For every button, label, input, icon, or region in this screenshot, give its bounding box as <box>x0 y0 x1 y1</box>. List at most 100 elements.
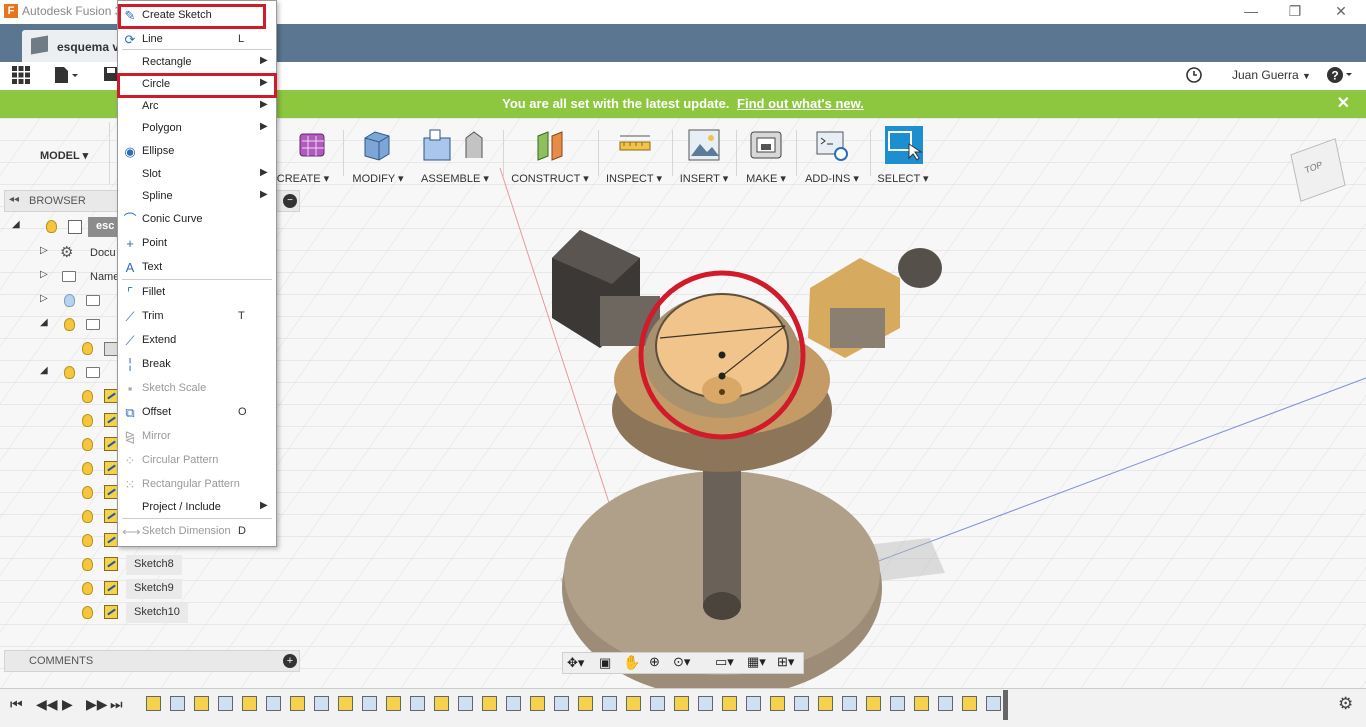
timeline-sketch-feature[interactable] <box>866 696 881 711</box>
timeline-extrude-feature[interactable] <box>410 696 425 711</box>
grid-settings-icon[interactable]: ▦▾ <box>747 654 766 670</box>
visibility-bulb-icon[interactable] <box>82 342 93 355</box>
play-icon[interactable]: ▶ <box>62 696 73 713</box>
inspect-menu[interactable]: INSPECT ▾ <box>604 120 664 186</box>
timeline-sketch-feature[interactable] <box>386 696 401 711</box>
expand-triangle-icon[interactable]: ▷ <box>40 245 48 256</box>
sketch-label[interactable]: Sketch10 <box>126 603 188 623</box>
menu-item-point[interactable]: + Point <box>118 233 276 255</box>
menu-item-polygon[interactable]: Polygon ▶ <box>118 118 276 140</box>
timeline-extrude-feature[interactable] <box>602 696 617 711</box>
menu-item-rectangle[interactable]: Rectangle ▶ <box>118 52 276 74</box>
visibility-bulb-icon[interactable] <box>82 582 93 595</box>
visibility-bulb-icon[interactable] <box>82 486 93 499</box>
visibility-bulb-icon[interactable] <box>82 390 93 403</box>
banner-close-icon[interactable]: ✕ <box>1337 90 1350 118</box>
timeline-sketch-feature[interactable] <box>578 696 593 711</box>
whats-new-link[interactable]: Find out what's new. <box>737 96 864 111</box>
visibility-bulb-icon[interactable] <box>82 558 93 571</box>
menu-item-slot[interactable]: Slot ▶ <box>118 164 276 186</box>
comments-panel-header[interactable]: COMMENTS + <box>4 650 300 672</box>
timeline-extrude-feature[interactable] <box>170 696 185 711</box>
menu-item-ellipse[interactable]: ◉ Ellipse <box>118 141 276 163</box>
timeline-extrude-feature[interactable] <box>266 696 281 711</box>
timeline-sketch-feature[interactable] <box>962 696 977 711</box>
step-back-icon[interactable]: ◀◀ <box>36 696 58 713</box>
job-status-clock-icon[interactable] <box>1186 67 1202 85</box>
visibility-bulb-icon[interactable] <box>46 220 57 233</box>
menu-item-break[interactable]: ╎ Break <box>118 354 276 376</box>
visibility-bulb-icon[interactable] <box>82 414 93 427</box>
restore-icon[interactable]: ❐ <box>1272 0 1318 24</box>
visibility-bulb-icon[interactable] <box>64 318 75 331</box>
collapse-triangle-icon[interactable]: ◢ <box>12 219 20 230</box>
timeline-marker[interactable] <box>1003 690 1008 720</box>
create-menu[interactable]: CREATE ▾ <box>272 120 334 186</box>
visibility-bulb-icon[interactable] <box>82 534 93 547</box>
collapse-triangle-icon[interactable]: ◢ <box>40 365 48 376</box>
file-menu-icon[interactable] <box>54 66 80 84</box>
timeline-sketch-feature[interactable] <box>818 696 833 711</box>
menu-item-spline[interactable]: Spline ▶ <box>118 186 276 208</box>
visibility-bulb-icon[interactable] <box>82 510 93 523</box>
timeline-sketch-feature[interactable] <box>674 696 689 711</box>
timeline-extrude-feature[interactable] <box>650 696 665 711</box>
timeline-sketch-feature[interactable] <box>434 696 449 711</box>
user-account-menu[interactable]: Juan Guerra ▼ <box>1232 68 1311 82</box>
workspace-switcher[interactable]: MODEL ▾ <box>10 122 110 184</box>
timeline-extrude-feature[interactable] <box>890 696 905 711</box>
menu-item-conic-curve[interactable]: ⌒ Conic Curve <box>118 209 276 231</box>
timeline-extrude-feature[interactable] <box>986 696 1001 711</box>
visibility-bulb-icon[interactable] <box>82 606 93 619</box>
timeline-extrude-feature[interactable] <box>362 696 377 711</box>
select-menu[interactable]: SELECT ▾ <box>874 120 932 186</box>
timeline-sketch-feature[interactable] <box>722 696 737 711</box>
menu-item-fillet[interactable]: ⌜ Fillet <box>118 282 276 304</box>
go-to-start-icon[interactable]: ⏮ <box>10 696 23 713</box>
timeline-sketch-feature[interactable] <box>530 696 545 711</box>
sketch-label[interactable]: Sketch8 <box>126 555 182 575</box>
go-to-end-icon[interactable]: ⏭ <box>110 696 123 713</box>
display-settings-icon[interactable]: ▭▾ <box>715 654 734 670</box>
visibility-bulb-icon[interactable] <box>82 438 93 451</box>
timeline-sketch-feature[interactable] <box>626 696 641 711</box>
expand-triangle-icon[interactable]: ▷ <box>40 293 48 304</box>
expand-triangle-icon[interactable]: ▷ <box>40 269 48 280</box>
timeline-sketch-feature[interactable] <box>242 696 257 711</box>
timeline-extrude-feature[interactable] <box>746 696 761 711</box>
timeline-sketch-feature[interactable] <box>914 696 929 711</box>
timeline-sketch-feature[interactable] <box>194 696 209 711</box>
timeline-settings-gear-icon[interactable]: ⚙ <box>1338 694 1353 714</box>
menu-item-extend[interactable]: ⟋ Extend <box>118 330 276 352</box>
sketch-label[interactable]: Sketch9 <box>126 579 182 599</box>
save-icon[interactable] <box>104 66 118 84</box>
add-ins-menu[interactable]: ADD-INS ▾ <box>802 120 862 186</box>
menu-item-text[interactable]: A Text <box>118 257 276 279</box>
insert-menu[interactable]: INSERT ▾ <box>678 120 730 186</box>
timeline-sketch-feature[interactable] <box>338 696 353 711</box>
make-menu[interactable]: MAKE ▾ <box>742 120 790 186</box>
sketch-row-sketch9[interactable]: Sketch9 <box>4 578 300 600</box>
sketch-row-sketch8[interactable]: Sketch8 <box>4 554 300 576</box>
menu-item-arc[interactable]: Arc ▶ <box>118 96 276 118</box>
step-forward-icon[interactable]: ▶▶ <box>86 696 108 713</box>
timeline-sketch-feature[interactable] <box>482 696 497 711</box>
modify-menu[interactable]: MODIFY ▾ <box>350 120 406 186</box>
timeline-extrude-feature[interactable] <box>938 696 953 711</box>
menu-item-offset[interactable]: ⧉ Offset O <box>118 402 276 424</box>
visibility-bulb-icon[interactable] <box>82 462 93 475</box>
collapse-triangle-icon[interactable]: ◢ <box>40 317 48 328</box>
timeline-extrude-feature[interactable] <box>794 696 809 711</box>
visibility-bulb-icon[interactable] <box>64 294 75 307</box>
data-panel-grid-icon[interactable] <box>12 66 30 84</box>
construct-menu[interactable]: CONSTRUCT ▾ <box>510 120 590 186</box>
menu-item-line[interactable]: ⟳ Line L <box>118 29 276 51</box>
timeline-sketch-feature[interactable] <box>290 696 305 711</box>
close-icon[interactable]: ✕ <box>1318 0 1364 24</box>
timeline-sketch-feature[interactable] <box>146 696 161 711</box>
zoom-icon[interactable]: ⊕ <box>649 654 660 670</box>
timeline-extrude-feature[interactable] <box>554 696 569 711</box>
fit-icon[interactable]: ⊙▾ <box>673 654 690 670</box>
timeline-extrude-feature[interactable] <box>314 696 329 711</box>
help-icon[interactable]: ? <box>1326 66 1354 87</box>
